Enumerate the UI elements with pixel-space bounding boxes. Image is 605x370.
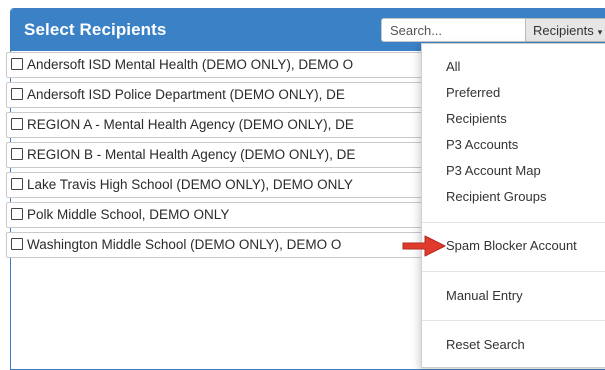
menu-item-p3-accounts[interactable]: P3 Accounts bbox=[446, 137, 518, 152]
checkbox-icon[interactable] bbox=[11, 208, 23, 220]
recipients-dropdown-label: Recipients bbox=[533, 23, 594, 38]
chevron-down-icon: ▾ bbox=[597, 27, 603, 37]
recipient-label: Lake Travis High School (DEMO ONLY), DEM… bbox=[27, 177, 353, 192]
recipients-dropdown-button[interactable]: Recipients ▾ bbox=[525, 18, 605, 42]
search-input[interactable] bbox=[381, 18, 525, 42]
menu-item-p3-account-map[interactable]: P3 Account Map bbox=[446, 163, 541, 178]
recipient-label: Andersoft ISD Mental Health (DEMO ONLY),… bbox=[27, 57, 354, 72]
checkbox-icon[interactable] bbox=[11, 58, 23, 70]
recipient-row[interactable]: Washington Middle School (DEMO ONLY), DE… bbox=[6, 232, 426, 258]
menu-item-preferred[interactable]: Preferred bbox=[446, 85, 500, 100]
menu-divider bbox=[422, 271, 605, 272]
recipient-row[interactable]: Lake Travis High School (DEMO ONLY), DEM… bbox=[6, 172, 426, 198]
recipient-row[interactable]: REGION A - Mental Health Agency (DEMO ON… bbox=[6, 112, 426, 138]
checkbox-icon[interactable] bbox=[11, 118, 23, 130]
menu-item-recipient-groups[interactable]: Recipient Groups bbox=[446, 189, 546, 204]
recipient-row[interactable]: Polk Middle School, DEMO ONLY bbox=[6, 202, 426, 228]
recipient-row[interactable]: Andersoft ISD Police Department (DEMO ON… bbox=[6, 82, 426, 108]
menu-item-manual-entry[interactable]: Manual Entry bbox=[446, 288, 523, 303]
recipient-label: REGION A - Mental Health Agency (DEMO ON… bbox=[27, 117, 354, 132]
checkbox-icon[interactable] bbox=[11, 238, 23, 250]
menu-item-spam-blocker-account[interactable]: Spam Blocker Account bbox=[446, 238, 577, 253]
checkbox-icon[interactable] bbox=[11, 178, 23, 190]
red-arrow-icon bbox=[402, 235, 446, 257]
menu-divider bbox=[422, 222, 605, 223]
recipient-label: Washington Middle School (DEMO ONLY), DE… bbox=[27, 237, 342, 252]
recipient-row[interactable]: Andersoft ISD Mental Health (DEMO ONLY),… bbox=[6, 52, 426, 78]
checkbox-icon[interactable] bbox=[11, 88, 23, 100]
checkbox-icon[interactable] bbox=[11, 148, 23, 160]
recipient-label: REGION B - Mental Health Agency (DEMO ON… bbox=[27, 147, 356, 162]
menu-divider bbox=[422, 320, 605, 321]
recipient-list: Andersoft ISD Mental Health (DEMO ONLY),… bbox=[6, 52, 426, 262]
panel-title: Select Recipients bbox=[24, 20, 167, 39]
menu-item-all[interactable]: All bbox=[446, 59, 460, 74]
recipients-dropdown-menu: All Preferred Recipients P3 Accounts P3 … bbox=[421, 43, 605, 368]
recipient-label: Polk Middle School, DEMO ONLY bbox=[27, 207, 230, 222]
recipient-label: Andersoft ISD Police Department (DEMO ON… bbox=[27, 87, 345, 102]
recipient-row[interactable]: REGION B - Mental Health Agency (DEMO ON… bbox=[6, 142, 426, 168]
menu-item-reset-search[interactable]: Reset Search bbox=[446, 337, 525, 352]
menu-item-recipients[interactable]: Recipients bbox=[446, 111, 507, 126]
